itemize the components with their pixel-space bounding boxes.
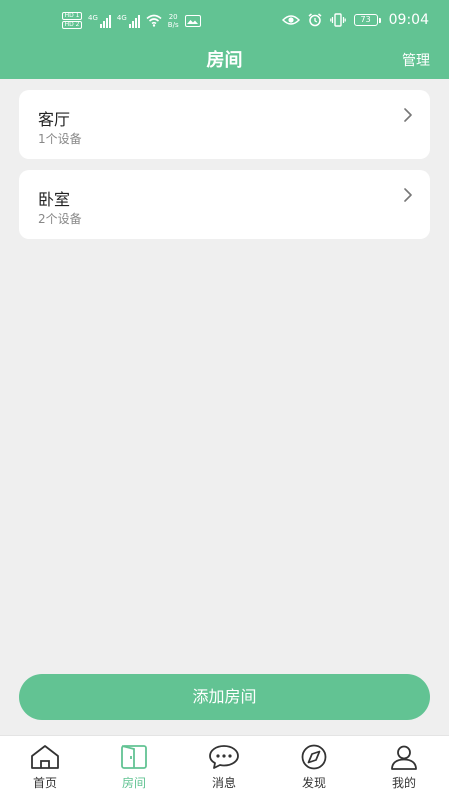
network-speed-value: 20	[168, 12, 178, 21]
room-card-living-room[interactable]: 客厅 1个设备	[19, 90, 430, 159]
status-bar-left: HD 1 HD 2 4G 4G 20 B/s	[62, 12, 201, 29]
status-bar-right: 73 09:04	[281, 12, 429, 28]
home-icon	[31, 745, 59, 769]
room-device-count: 2个设备	[38, 212, 82, 226]
vibrate-icon	[329, 13, 346, 27]
wifi-icon	[146, 14, 162, 27]
image-notification-icon	[184, 14, 201, 27]
manage-button[interactable]: 管理	[402, 50, 430, 70]
battery-level: 73	[353, 14, 378, 26]
compass-icon	[301, 744, 327, 770]
eye-icon	[281, 15, 300, 25]
network-type-2: 4G	[116, 13, 127, 22]
room-name: 卧室	[38, 190, 71, 209]
signal-1-icon: 4G	[88, 14, 111, 28]
room-name: 客厅	[38, 110, 71, 129]
network-type-1: 4G	[88, 13, 98, 22]
room-card-bedroom[interactable]: 卧室 2个设备	[19, 170, 430, 239]
hd-badge-icon: HD 1 HD 2	[62, 12, 82, 29]
battery-icon: 73	[353, 14, 381, 26]
alarm-icon	[308, 13, 322, 27]
room-device-count: 1个设备	[38, 132, 82, 146]
chevron-right-icon	[404, 188, 412, 202]
signal-2-icon: 4G	[117, 14, 140, 28]
user-icon	[391, 745, 417, 770]
tab-discover[interactable]: 发现	[284, 744, 344, 791]
tab-discover-label: 发现	[301, 776, 326, 790]
tab-mine-label: 我的	[391, 776, 416, 790]
tab-home[interactable]: 首页	[15, 744, 75, 791]
tab-mine[interactable]: 我的	[374, 744, 434, 791]
tab-home-label: 首页	[32, 776, 57, 790]
network-speed-unit: B/s	[167, 20, 179, 29]
chevron-right-icon	[404, 108, 412, 122]
message-icon	[209, 745, 239, 769]
tab-room-label: 房间	[121, 776, 146, 790]
hd1-badge: HD 1	[62, 12, 82, 20]
tab-messages[interactable]: 消息	[194, 744, 254, 791]
tab-messages-label: 消息	[211, 776, 236, 790]
status-bar: HD 1 HD 2 4G 4G 20 B/s 73 09:04	[0, 10, 449, 34]
add-room-button[interactable]: 添加房间	[19, 674, 430, 720]
header: HD 1 HD 2 4G 4G 20 B/s 73 09:04 房间 管理	[0, 0, 449, 79]
hd2-badge: HD 2	[62, 21, 82, 29]
door-icon	[121, 745, 147, 769]
network-speed: 20 B/s	[168, 13, 179, 29]
page-title: 房间	[206, 50, 243, 71]
bottom-tab-bar: 首页 房间 消息 发现 我的	[0, 735, 449, 799]
clock: 09:04	[388, 12, 429, 28]
tab-room[interactable]: 房间	[104, 744, 164, 791]
